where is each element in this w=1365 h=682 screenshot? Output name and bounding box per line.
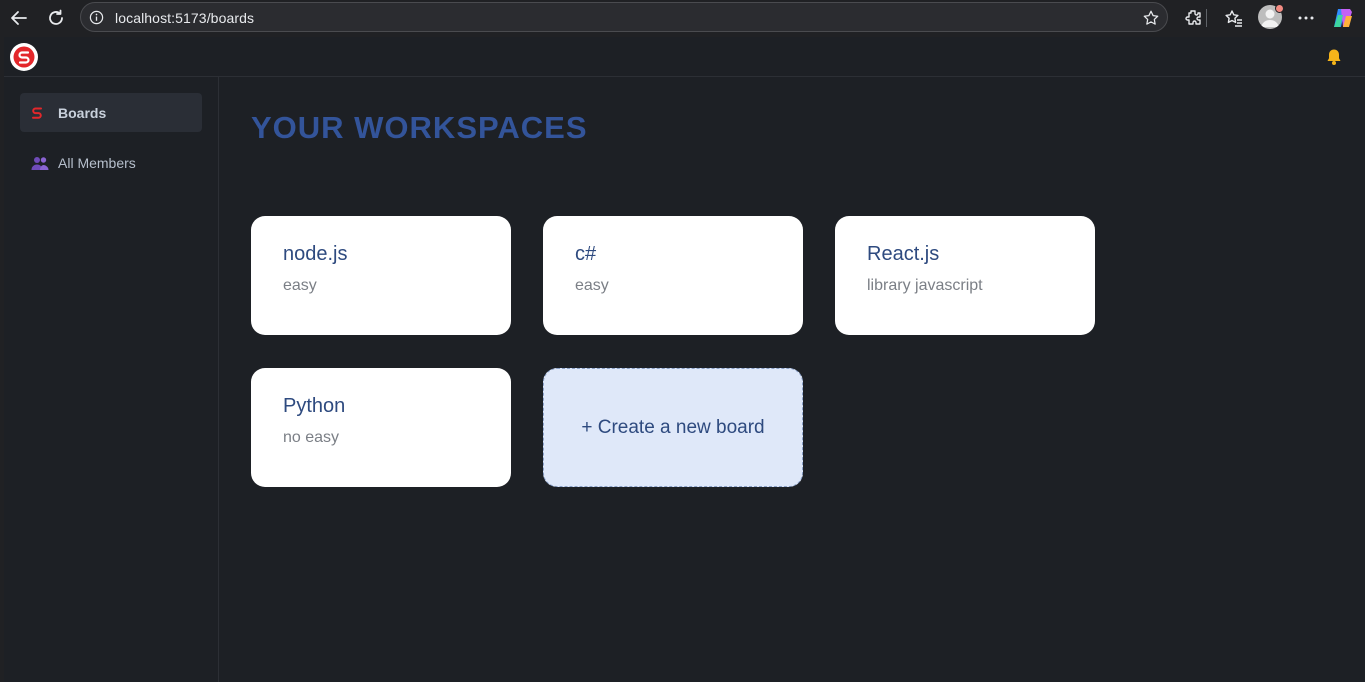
toolbar-divider <box>1205 6 1207 30</box>
app-header <box>4 37 1365 77</box>
main-content: YOUR WORKSPACES node.js easy c# easy Rea… <box>219 77 1365 682</box>
sidebar-item-all-members[interactable]: All Members <box>20 143 202 182</box>
sidebar: Boards All Members <box>4 77 219 682</box>
board-card[interactable]: c# easy <box>543 216 803 335</box>
board-description: no easy <box>283 429 340 446</box>
board-card[interactable]: React.js library javascript <box>835 216 1095 335</box>
back-icon[interactable] <box>7 6 31 30</box>
sidebar-item-label: All Members <box>58 154 136 171</box>
url-text[interactable]: localhost:5173/boards <box>115 10 254 26</box>
board-description: library javascript <box>867 277 983 294</box>
reload-icon[interactable] <box>44 6 68 30</box>
sidebar-item-label: Boards <box>58 104 107 121</box>
board-name: React.js <box>867 243 940 265</box>
info-icon[interactable] <box>89 10 104 30</box>
members-icon <box>31 154 49 172</box>
board-description: easy <box>575 277 609 294</box>
board-card[interactable]: Python no easy <box>251 368 511 487</box>
favorite-star-icon[interactable] <box>1142 9 1160 32</box>
address-bar[interactable]: localhost:5173/boards <box>80 2 1168 32</box>
board-card[interactable]: node.js easy <box>251 216 511 335</box>
board-name: node.js <box>283 243 348 265</box>
notification-bell-icon[interactable] <box>1324 47 1344 72</box>
board-name: Python <box>283 395 346 417</box>
profile-notification-dot <box>1275 4 1284 13</box>
page-title: YOUR WORKSPACES <box>251 110 588 145</box>
sidebar-item-boards[interactable]: Boards <box>20 93 202 132</box>
app-logo-icon <box>28 104 46 122</box>
app-window: Boards All Members YOUR WORKSPACES node.… <box>4 37 1365 682</box>
favorites-icon[interactable] <box>1222 6 1246 30</box>
copilot-icon[interactable] <box>1331 6 1355 30</box>
browser-toolbar: localhost:5173/boards <box>0 0 1365 36</box>
app-logo-icon[interactable] <box>10 43 38 71</box>
board-description: easy <box>283 277 317 294</box>
board-name: c# <box>575 243 597 265</box>
create-board-label: + Create a new board <box>581 416 765 438</box>
create-board-button[interactable]: + Create a new board <box>543 368 803 487</box>
extensions-icon[interactable] <box>1181 6 1205 30</box>
more-options-icon[interactable] <box>1294 6 1318 30</box>
